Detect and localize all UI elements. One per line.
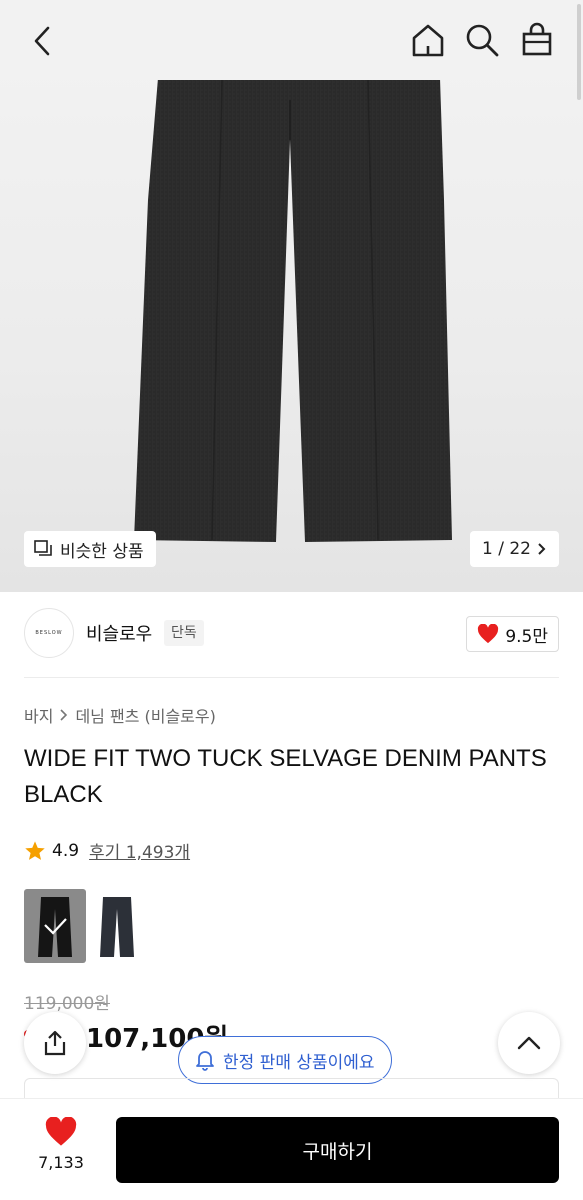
shopping-bag-icon[interactable] [517,20,557,60]
copy-icon [34,540,52,556]
brand-row: BESLOW 비슬로우 단독 9.5만 [24,608,559,660]
chevron-up-icon [517,1036,541,1050]
star-icon [25,840,45,860]
heart-icon [45,1116,77,1146]
scrollbar[interactable] [577,4,581,100]
exclusive-badge: 단독 [164,620,204,646]
rating-score: 4.9 [52,840,80,861]
limited-sale-label: 한정 판매 상품이에요 [223,1052,375,1073]
pants-image [134,78,452,542]
breadcrumb-subcategory[interactable]: 데님 팬츠 (비슬로우) [75,703,215,727]
original-price: 119,000원 [24,994,110,1014]
bottom-action-bar: 7,133 구매하기 [0,1098,583,1200]
similar-products-button[interactable]: 비슷한 상품 [24,531,156,567]
breadcrumb: 바지 데님 팬츠 (비슬로우) [24,703,216,727]
product-like-button[interactable]: 7,133 [24,1116,98,1172]
similar-products-label: 비슷한 상품 [60,541,144,562]
chevron-right-icon [538,543,546,555]
color-option-black[interactable] [24,889,86,963]
breadcrumb-category[interactable]: 바지 [24,703,53,727]
review-count-link[interactable]: 후기 1,493개 [89,838,190,863]
brand-like-count: 9.5만 [505,626,548,647]
search-icon[interactable] [462,20,502,60]
limited-sale-notice[interactable]: 한정 판매 상품이에요 [178,1036,392,1084]
heart-icon [478,624,499,644]
share-icon [44,1030,66,1056]
product-image[interactable]: 비슷한 상품 1 / 22 [0,0,583,592]
brand-logo[interactable]: BESLOW [24,608,74,658]
pants-thumbnail [100,897,134,957]
top-navigation-bar [0,0,583,80]
product-like-count: 7,133 [38,1153,84,1172]
share-button[interactable] [24,1012,86,1074]
color-option-navy[interactable] [86,889,148,963]
divider [24,677,559,678]
scroll-to-top-button[interactable] [498,1012,560,1074]
rating-row: 4.9 후기 1,493개 [24,838,190,863]
brand-logo-text: BESLOW [35,630,63,636]
image-counter[interactable]: 1 / 22 [470,531,559,567]
home-icon[interactable] [408,20,448,60]
chevron-left-icon[interactable] [22,22,62,62]
brand-like-button[interactable]: 9.5만 [466,616,559,652]
product-title: WIDE FIT TWO TUCK SELVAGE DENIM PANTS BL… [24,745,547,808]
buy-button-label: 구매하기 [302,1140,373,1163]
brand-name[interactable]: 비슬로우 [86,620,152,646]
pants-thumbnail [38,897,72,957]
buy-button[interactable]: 구매하기 [116,1117,559,1183]
bell-icon [196,1051,214,1071]
chevron-right-icon [60,709,68,721]
image-counter-text: 1 / 22 [482,539,531,559]
